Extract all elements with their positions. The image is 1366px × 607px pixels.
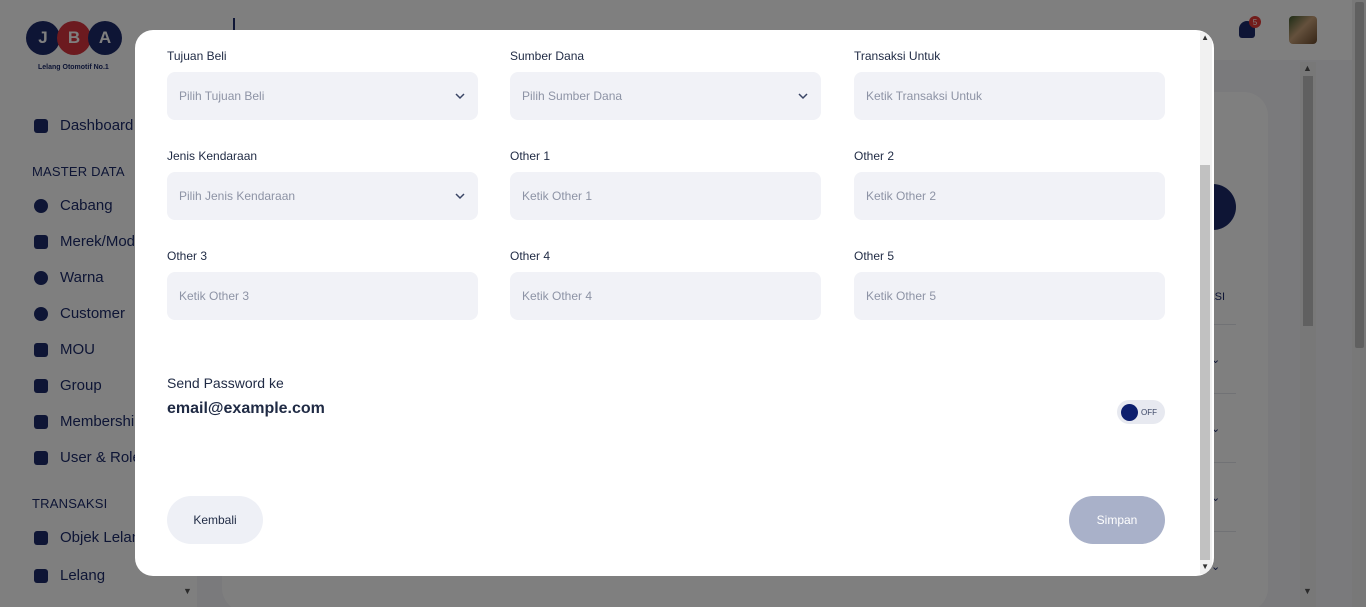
toggle-state-text: OFF xyxy=(1141,407,1157,417)
field-label-other-5: Other 5 xyxy=(854,249,895,263)
save-button[interactable]: Simpan xyxy=(1069,496,1165,544)
modal-scrollbar-thumb[interactable] xyxy=(1200,165,1210,560)
other-3-input[interactable] xyxy=(167,272,478,320)
customer-form-modal: Tujuan Beli Pilih Tujuan Beli Sumber Dan… xyxy=(135,30,1214,576)
transaksi-untuk-input[interactable] xyxy=(854,72,1165,120)
toggle-knob xyxy=(1121,403,1138,421)
jenis-kendaraan-select[interactable]: Pilih Jenis Kendaraan xyxy=(167,172,478,220)
field-label-tujuan-beli: Tujuan Beli xyxy=(167,49,227,63)
other-5-input[interactable] xyxy=(854,272,1165,320)
field-label-other-1: Other 1 xyxy=(510,149,551,163)
send-password-email: email@example.com xyxy=(167,400,325,417)
tujuan-beli-select[interactable]: Pilih Tujuan Beli xyxy=(167,72,478,120)
other-1-input[interactable] xyxy=(510,172,821,220)
select-placeholder: Pilih Jenis Kendaraan xyxy=(179,189,296,203)
field-label-other-2: Other 2 xyxy=(854,149,895,163)
back-button[interactable]: Kembali xyxy=(167,496,263,544)
scroll-up-icon[interactable]: ▲ xyxy=(1201,33,1209,42)
other-2-input[interactable] xyxy=(854,172,1165,220)
scroll-down-icon[interactable]: ▼ xyxy=(1201,562,1209,571)
field-label-sumber-dana: Sumber Dana xyxy=(510,49,585,63)
field-label-other-4: Other 4 xyxy=(510,249,551,263)
field-label-other-3: Other 3 xyxy=(167,249,208,263)
send-password-toggle[interactable]: OFF xyxy=(1117,400,1165,424)
chevron-down-icon xyxy=(455,193,465,200)
select-placeholder: Pilih Sumber Dana xyxy=(522,89,623,103)
sumber-dana-select[interactable]: Pilih Sumber Dana xyxy=(510,72,821,120)
field-label-jenis-kendaraan: Jenis Kendaraan xyxy=(167,149,258,163)
chevron-down-icon xyxy=(798,93,808,100)
chevron-down-icon xyxy=(455,93,465,100)
send-password-label: Send Password ke xyxy=(167,375,284,391)
field-label-transaksi-untuk: Transaksi Untuk xyxy=(854,49,941,63)
select-placeholder: Pilih Tujuan Beli xyxy=(179,89,265,103)
other-4-input[interactable] xyxy=(510,272,821,320)
